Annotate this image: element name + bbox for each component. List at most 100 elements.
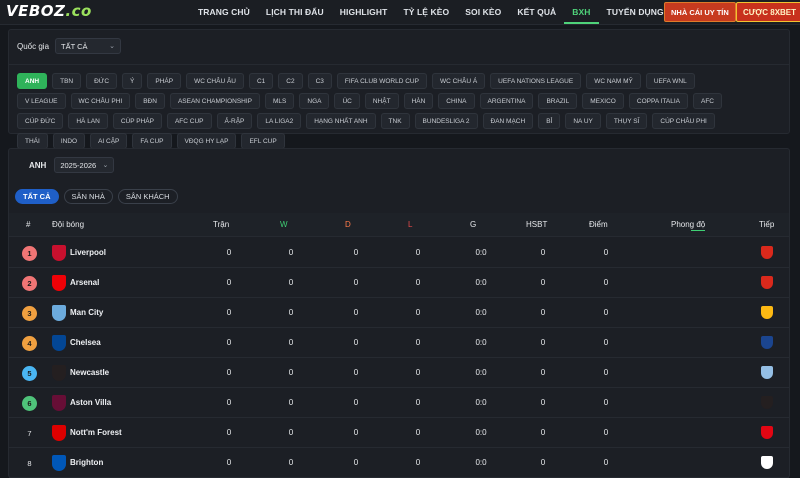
team-name[interactable]: Liverpool xyxy=(70,248,106,257)
newcastle-crest-icon[interactable] xyxy=(761,396,773,409)
league-chip[interactable]: THÁI xyxy=(17,133,48,149)
cuoc-8xbet-button[interactable]: CƯỢC 8XBET xyxy=(736,2,800,22)
league-chip[interactable]: LA LIGA2 xyxy=(257,113,302,129)
aston-villa-crest-icon[interactable] xyxy=(761,366,773,379)
standings-panel: ANH 2025-2026 ⌄ TẤT CẢ SÂN NHÀ SÂN KHÁCH #… xyxy=(8,148,790,478)
league-chip[interactable]: WC CHÂU PHI xyxy=(70,93,131,109)
nav-item-6[interactable]: BXH xyxy=(564,0,599,24)
cell-hsbt: 0 xyxy=(540,368,546,377)
aston-villa-crest-icon xyxy=(52,395,66,411)
brentford-crest-icon[interactable] xyxy=(761,426,773,439)
league-chip[interactable]: BĐN xyxy=(135,93,165,109)
season-select[interactable]: 2025-2026 ⌄ xyxy=(54,157,115,173)
league-chip[interactable]: C1 xyxy=(248,73,274,89)
league-chip[interactable]: Ý xyxy=(122,73,143,89)
standings-tab-2[interactable]: SÂN KHÁCH xyxy=(117,189,178,204)
man-utd-crest-icon[interactable] xyxy=(761,276,773,289)
nav-item-2[interactable]: HIGHLIGHT xyxy=(332,0,396,24)
league-chip[interactable]: C2 xyxy=(278,73,303,89)
league-chip[interactable]: COPPA ITALIA xyxy=(628,93,688,109)
league-chip[interactable]: CÚP ĐỨC xyxy=(17,113,64,129)
table-row[interactable]: 5 Newcastle 0 0 0 0 0:0 0 0 xyxy=(9,358,789,388)
league-chip[interactable]: WC CHÂU ÂU xyxy=(186,73,244,89)
bournemouth-crest-icon[interactable] xyxy=(761,246,773,259)
league-chip[interactable]: AFC xyxy=(692,93,722,109)
cell-g: 0:0 xyxy=(475,398,487,407)
league-chip[interactable]: ĐỨC xyxy=(86,73,118,89)
team-name[interactable]: Man City xyxy=(70,308,103,317)
standings-tab-1[interactable]: SÂN NHÀ xyxy=(63,189,113,204)
league-chip[interactable]: TNK xyxy=(380,113,410,129)
cell-d: 0 xyxy=(353,458,359,467)
nhacai-uytin-button[interactable]: NHÀ CÁI UY TÍN xyxy=(664,2,736,22)
team-name[interactable]: Arsenal xyxy=(70,278,99,287)
league-chip[interactable]: BRAZIL xyxy=(538,93,578,109)
league-chip[interactable]: AFC CUP xyxy=(166,113,212,129)
league-chip[interactable]: CÚP CHÂU PHI xyxy=(652,113,715,129)
standings-tab-0[interactable]: TẤT CẢ xyxy=(15,189,59,204)
team-name[interactable]: Nott'm Forest xyxy=(70,428,122,437)
league-chip[interactable]: NA UY xyxy=(565,113,601,129)
wolves-crest-icon[interactable] xyxy=(761,306,773,319)
league-chip[interactable]: EFL CUP xyxy=(241,133,285,149)
league-chip[interactable]: BỈ xyxy=(538,113,561,129)
league-chip[interactable]: ĐAN MẠCH xyxy=(482,113,534,129)
league-chip[interactable]: VĐQG HY LẠP xyxy=(176,133,237,149)
league-chip[interactable]: FA CUP xyxy=(132,133,172,149)
league-chip[interactable]: PHÁP xyxy=(147,73,182,89)
site-logo[interactable]: VEBOZ.co xyxy=(6,2,92,20)
nav-item-1[interactable]: LỊCH THI ĐẤU xyxy=(258,0,332,24)
league-chip[interactable]: MEXICO xyxy=(582,93,624,109)
team-name[interactable]: Brighton xyxy=(70,458,103,467)
league-chip[interactable]: THỤY SĨ xyxy=(605,113,648,129)
league-chip[interactable]: FIFA CLUB WORLD CUP xyxy=(336,73,427,89)
team-name[interactable]: Newcastle xyxy=(70,368,109,377)
team-name[interactable]: Chelsea xyxy=(70,338,101,347)
league-chip[interactable]: CHINA xyxy=(438,93,475,109)
table-row[interactable]: 2 Arsenal 0 0 0 0 0:0 0 0 xyxy=(9,268,789,298)
league-chip[interactable]: HÀ LAN xyxy=(68,113,108,129)
league-chip[interactable]: CÚP PHÁP xyxy=(112,113,162,129)
table-row[interactable]: 7 Nott'm Forest 0 0 0 0 0:0 0 0 xyxy=(9,418,789,448)
league-chip[interactable]: ÚC xyxy=(334,93,360,109)
league-chip[interactable]: MLS xyxy=(265,93,295,109)
league-chip[interactable]: WC CHÂU Á xyxy=(431,73,486,89)
nav-item-7[interactable]: TUYỂN DỤNG xyxy=(599,0,672,24)
league-chip[interactable]: V LEAGUE xyxy=(17,93,66,109)
fulham-crest-icon[interactable] xyxy=(761,456,773,469)
league-chip[interactable]: Ả-RẬP xyxy=(216,113,253,129)
league-chip[interactable]: NHẬT xyxy=(364,93,399,109)
team-name[interactable]: Aston Villa xyxy=(70,398,111,407)
league-chip-list: ANH TBN ĐỨC Ý PHÁP WC CHÂU ÂU C1 C2 C3 FIFA CLUB … xyxy=(17,73,745,149)
nav-item-3[interactable]: TỶ LỆ KÈO xyxy=(395,0,457,24)
league-filter-panel: Quốc gia TẤT CẢ ⌄ ANH TBN ĐỨC Ý PHÁP WC CHÂU … xyxy=(8,29,790,149)
league-chip[interactable]: WC NAM MỸ xyxy=(586,73,641,89)
league-chip[interactable]: AI CẬP xyxy=(90,133,128,149)
league-chip[interactable]: UEFA NATIONS LEAGUE xyxy=(490,73,582,89)
league-chip[interactable]: BUNDESLIGA 2 xyxy=(414,113,478,129)
league-chip[interactable]: HÀN xyxy=(403,93,434,109)
nav-item-4[interactable]: SOI KÈO xyxy=(457,0,509,24)
league-chip[interactable]: HẠNG NHẤT ANH xyxy=(306,113,376,129)
nav-item-0[interactable]: TRANG CHỦ xyxy=(190,0,258,24)
cell-g: 0:0 xyxy=(475,428,487,437)
table-row[interactable]: 4 Chelsea 0 0 0 0 0:0 0 0 xyxy=(9,328,789,358)
table-row[interactable]: 1 Liverpool 0 0 0 0 0:0 0 0 xyxy=(9,238,789,268)
league-chip[interactable]: INDO xyxy=(52,133,86,149)
crystal-palace-crest-icon[interactable] xyxy=(761,336,773,349)
season-select-value: 2025-2026 xyxy=(60,160,97,170)
league-chip[interactable]: UEFA WNL xyxy=(645,73,695,89)
table-row[interactable]: 6 Aston Villa 0 0 0 0 0:0 0 0 xyxy=(9,388,789,418)
league-chip[interactable]: ARGENTINA xyxy=(479,93,534,109)
league-chip[interactable]: C3 xyxy=(307,73,332,89)
country-select[interactable]: TẤT CẢ ⌄ xyxy=(55,38,122,54)
cell-played: 0 xyxy=(226,428,232,437)
league-chip[interactable]: NGA xyxy=(299,93,330,109)
chevron-down-icon: ⌄ xyxy=(109,43,116,50)
league-chip[interactable]: ANH xyxy=(17,73,48,89)
nav-item-5[interactable]: KẾT QUẢ xyxy=(509,0,564,24)
league-chip[interactable]: TBN xyxy=(52,73,82,89)
table-row[interactable]: 3 Man City 0 0 0 0 0:0 0 0 xyxy=(9,298,789,328)
league-chip[interactable]: ASEAN CHAMPIONSHIP xyxy=(169,93,260,109)
cell-hsbt: 0 xyxy=(540,248,546,257)
